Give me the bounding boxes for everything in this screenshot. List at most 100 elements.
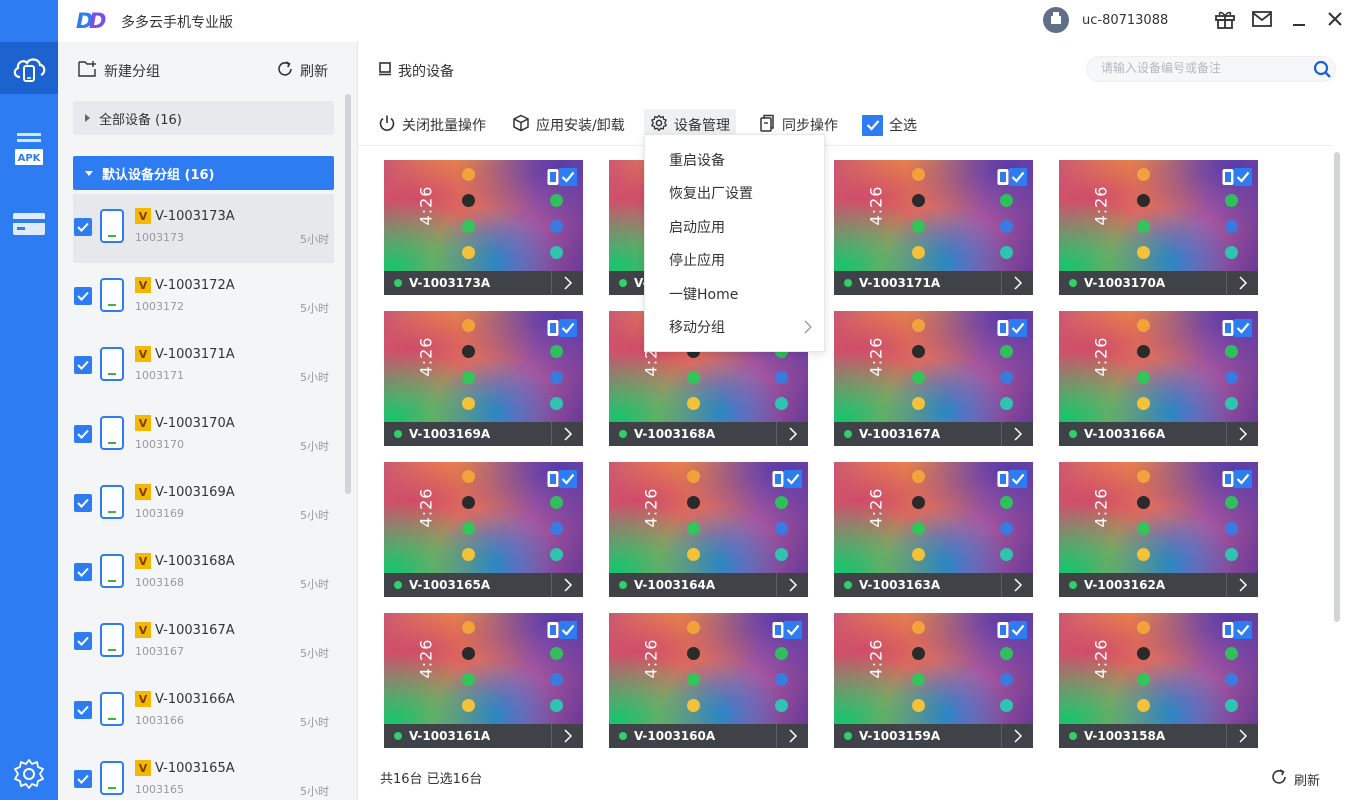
card-checkbox[interactable]: [1222, 469, 1252, 489]
card-checkbox[interactable]: [997, 167, 1027, 187]
card-checkbox[interactable]: [1222, 620, 1252, 640]
device-card[interactable]: 4:26 V-1003165A: [384, 462, 583, 597]
device-card[interactable]: 4:26 V-1003170A: [1059, 160, 1258, 295]
card-expand-button[interactable]: [551, 422, 583, 446]
checkbox-checked-icon[interactable]: [74, 425, 92, 443]
mail-button[interactable]: [1250, 9, 1274, 33]
all-devices-group[interactable]: 全部设备 (16): [73, 101, 334, 135]
grid-refresh-button[interactable]: 刷新: [1270, 768, 1320, 790]
user-avatar[interactable]: [1043, 7, 1069, 33]
menu-item[interactable]: 移动分组: [645, 311, 824, 344]
device-screen[interactable]: 4:26: [834, 160, 1033, 271]
device-row[interactable]: V V-1003165A 1003165 5小时: [73, 746, 334, 800]
card-checkbox[interactable]: [772, 620, 802, 640]
device-card[interactable]: 4:26 V-1003173A: [384, 160, 583, 295]
card-expand-button[interactable]: [776, 422, 808, 446]
sidebar-refresh-button[interactable]: 刷新: [276, 60, 328, 82]
device-screen[interactable]: 4:26: [384, 311, 583, 422]
device-card[interactable]: 4:26 V-1003166A: [1059, 311, 1258, 446]
gift-button[interactable]: [1213, 9, 1237, 33]
menu-item[interactable]: 一键Home: [645, 277, 824, 310]
device-screen[interactable]: 4:26: [1059, 160, 1258, 271]
device-screen[interactable]: 4:26: [834, 613, 1033, 724]
card-expand-button[interactable]: [1001, 573, 1033, 597]
device-screen[interactable]: 4:26: [609, 613, 808, 724]
device-card[interactable]: 4:26 V-1003158A: [1059, 613, 1258, 748]
device-screen[interactable]: 4:26: [1059, 613, 1258, 724]
device-screen[interactable]: 4:26: [1059, 311, 1258, 422]
checkbox-checked-icon[interactable]: [74, 701, 92, 719]
device-card[interactable]: 4:26 V-1003171A: [834, 160, 1033, 295]
device-screen[interactable]: 4:26: [384, 160, 583, 271]
select-all-checkbox[interactable]: 全选: [856, 109, 923, 141]
device-row[interactable]: V V-1003168A 1003168 5小时: [73, 539, 334, 608]
checkbox-checked-icon[interactable]: [74, 632, 92, 650]
device-screen[interactable]: 4:26: [1059, 462, 1258, 573]
menu-item[interactable]: 恢复出厂设置: [645, 177, 824, 210]
device-row[interactable]: V V-1003173A 1003173 5小时: [73, 194, 334, 263]
device-card[interactable]: 4:26 V-1003164A: [609, 462, 808, 597]
user-name[interactable]: uc-80713088: [1082, 13, 1168, 28]
device-card[interactable]: 4:26 V-1003160A: [609, 613, 808, 748]
device-row[interactable]: V V-1003169A 1003169 5小时: [73, 470, 334, 539]
checkbox-checked-icon[interactable]: [74, 770, 92, 788]
search-input[interactable]: [1101, 61, 1301, 75]
device-card[interactable]: 4:26 V-1003167A: [834, 311, 1033, 446]
device-card[interactable]: 4:26 V-1003163A: [834, 462, 1033, 597]
device-row[interactable]: V V-1003166A 1003166 5小时: [73, 677, 334, 746]
rail-settings[interactable]: [0, 748, 58, 800]
close-button[interactable]: [1323, 9, 1347, 33]
device-row[interactable]: V V-1003171A 1003171 5小时: [73, 332, 334, 401]
card-checkbox[interactable]: [547, 167, 577, 187]
card-checkbox[interactable]: [547, 620, 577, 640]
new-group-button[interactable]: 新建分组: [78, 60, 160, 82]
device-screen[interactable]: 4:26: [834, 462, 1033, 573]
card-expand-button[interactable]: [1226, 422, 1258, 446]
card-checkbox[interactable]: [1222, 318, 1252, 338]
card-expand-button[interactable]: [1226, 573, 1258, 597]
card-checkbox[interactable]: [547, 469, 577, 489]
minimize-button[interactable]: [1287, 9, 1311, 33]
card-checkbox[interactable]: [997, 620, 1027, 640]
device-card[interactable]: 4:26 V-1003161A: [384, 613, 583, 748]
card-expand-button[interactable]: [551, 724, 583, 748]
card-expand-button[interactable]: [1226, 271, 1258, 295]
menu-item[interactable]: 重启设备: [645, 143, 824, 176]
grid-scrollbar[interactable]: [1334, 152, 1340, 622]
card-expand-button[interactable]: [1001, 422, 1033, 446]
device-card[interactable]: 4:26 V-1003162A: [1059, 462, 1258, 597]
checkbox-checked-icon[interactable]: [74, 494, 92, 512]
card-expand-button[interactable]: [776, 724, 808, 748]
close-batch-button[interactable]: 关闭批量操作: [372, 109, 492, 141]
card-expand-button[interactable]: [1226, 724, 1258, 748]
checkbox-checked-icon[interactable]: [74, 218, 92, 236]
app-install-button[interactable]: 应用安装/卸载: [506, 109, 631, 141]
card-expand-button[interactable]: [1001, 724, 1033, 748]
sidebar-scrollbar[interactable]: [345, 94, 351, 494]
device-screen[interactable]: 4:26: [384, 613, 583, 724]
card-expand-button[interactable]: [551, 573, 583, 597]
rail-cloud-phone[interactable]: [0, 42, 58, 94]
device-screen[interactable]: 4:26: [609, 462, 808, 573]
card-checkbox[interactable]: [997, 318, 1027, 338]
device-screen[interactable]: 4:26: [384, 462, 583, 573]
card-checkbox[interactable]: [772, 469, 802, 489]
checkbox-checked-icon[interactable]: [74, 356, 92, 374]
search-icon[interactable]: [1311, 60, 1337, 84]
menu-item[interactable]: 停止应用: [645, 244, 824, 277]
device-screen[interactable]: 4:26: [834, 311, 1033, 422]
card-checkbox[interactable]: [547, 318, 577, 338]
device-row[interactable]: V V-1003170A 1003170 5小时: [73, 401, 334, 470]
menu-item[interactable]: 启动应用: [645, 210, 824, 243]
rail-card[interactable]: [0, 198, 58, 250]
card-expand-button[interactable]: [1001, 271, 1033, 295]
checkbox-checked-icon[interactable]: [74, 563, 92, 581]
device-row[interactable]: V V-1003172A 1003172 5小时: [73, 263, 334, 332]
card-checkbox[interactable]: [997, 469, 1027, 489]
card-checkbox[interactable]: [1222, 167, 1252, 187]
card-expand-button[interactable]: [551, 271, 583, 295]
rail-apk[interactable]: APK: [0, 122, 58, 174]
checkbox-checked-icon[interactable]: [74, 287, 92, 305]
card-expand-button[interactable]: [776, 573, 808, 597]
device-row[interactable]: V V-1003167A 1003167 5小时: [73, 608, 334, 677]
